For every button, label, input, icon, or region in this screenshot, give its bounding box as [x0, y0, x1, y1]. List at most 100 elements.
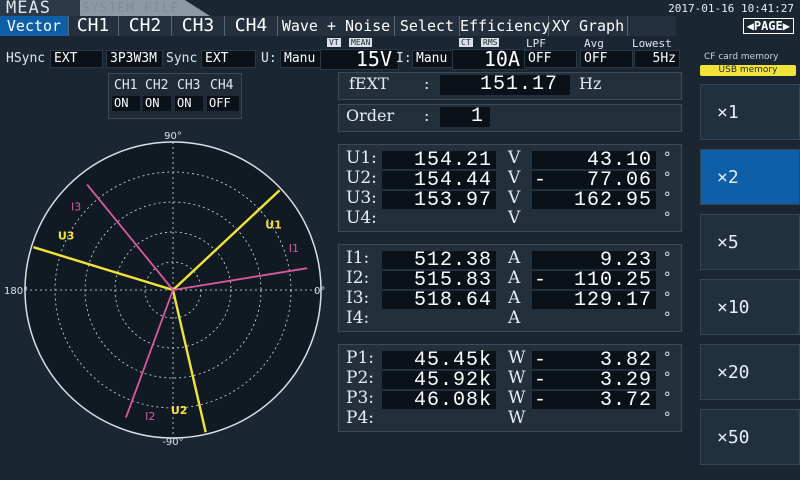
u-range[interactable]: 15V	[320, 49, 399, 70]
current-row-degree: °	[663, 310, 672, 326]
mode-file[interactable]: FILE	[144, 2, 179, 16]
power-row-unit: W	[508, 388, 526, 408]
ch4-state[interactable]: OFF	[207, 96, 239, 111]
tab-ch1[interactable]: CH1	[68, 16, 119, 36]
power-row-degree: °	[663, 390, 672, 406]
lpf-value[interactable]: OFF	[524, 50, 577, 68]
zoom-x10-button[interactable]: ×10	[700, 279, 800, 335]
ct-tag: CT	[459, 38, 473, 47]
i-mode[interactable]: Manu	[412, 50, 453, 68]
voltage-row-unit: V	[508, 168, 521, 188]
voltage-row-label: U4:	[346, 208, 377, 228]
tab-ch2[interactable]: CH2	[119, 16, 172, 36]
zoom-x50-button[interactable]: ×50	[700, 409, 800, 465]
sync-value[interactable]: EXT	[201, 50, 256, 68]
storage-cf-label: CF card memory	[704, 52, 779, 62]
power-row-label: P2:	[346, 368, 374, 388]
vector-label-u3: U3	[58, 229, 75, 242]
order-value[interactable]: 1	[440, 105, 484, 128]
rms-tag: RMS	[481, 38, 500, 47]
tab-ch4[interactable]: CH4	[225, 16, 278, 36]
tab-vector[interactable]: Vector	[0, 16, 69, 36]
voltage-row-unit: V	[508, 188, 521, 208]
power-row-degree: °	[663, 370, 672, 386]
current-row-label: I3:	[346, 288, 370, 308]
lpf-label: LPF	[526, 37, 546, 50]
vt-tag: VT	[327, 38, 341, 47]
storage-usb-label: USB memory	[700, 65, 796, 76]
voltage-row-sign: -	[534, 169, 548, 192]
storage-indicator: CF card memory USB memory	[700, 52, 798, 78]
tab-efficiency[interactable]: Efficiency	[460, 16, 550, 36]
datetime: 2017-01-16 10:41:27	[668, 2, 794, 15]
page-button[interactable]: ◀PAGE▶	[742, 18, 794, 34]
ch1-label: CH1	[114, 78, 138, 93]
voltage-row-label: U2:	[346, 168, 377, 188]
mean-tag: MEAN	[349, 38, 373, 47]
ch3-state[interactable]: ON	[175, 96, 203, 111]
current-row-unit: A	[508, 248, 521, 268]
vector-label-u1: U1	[265, 218, 282, 231]
power-row-value: 46.08k	[413, 389, 492, 412]
u-mode[interactable]: Manu	[280, 50, 321, 68]
frequency-value: 151.17	[479, 73, 558, 96]
sync-label: Sync	[166, 51, 198, 66]
frequency-unit: Hz	[579, 74, 602, 93]
voltage-row-value: 153.97	[413, 189, 492, 212]
frequency-colon: :	[424, 74, 430, 93]
voltage-row-degree: °	[663, 150, 672, 166]
i-range[interactable]: 10A	[452, 49, 527, 70]
voltage-row-degree: °	[663, 190, 672, 206]
axis-label-0: 0°	[314, 286, 325, 297]
power-row-unit: W	[508, 368, 526, 388]
current-row-unit: A	[508, 308, 521, 328]
power-row-unit: W	[508, 348, 526, 368]
page-label: PAGE	[753, 19, 783, 33]
tab-wave-noise[interactable]: Wave + Noise	[278, 16, 395, 36]
ch1-state[interactable]: ON	[112, 96, 140, 111]
vector-label-i3: I3	[71, 200, 81, 213]
axis-label-neg90: -90°	[162, 437, 183, 448]
current-row-unit: A	[508, 288, 521, 308]
current-row-sign: -	[534, 269, 548, 292]
zoom-x1-button[interactable]: ×1	[700, 84, 800, 140]
current-row-degree: °	[663, 290, 672, 306]
wiring-value[interactable]: 3P3W3M	[106, 50, 163, 68]
mode-system[interactable]: SYSTEM	[82, 2, 135, 16]
ch2-label: CH2	[145, 78, 169, 93]
hsync-label: HSync	[6, 51, 46, 66]
vector-label-i1: I1	[289, 242, 299, 255]
power-row-label: P4:	[346, 408, 374, 428]
zoom-x20-button[interactable]: ×20	[700, 344, 800, 400]
power-row-angle: 3.72	[599, 389, 652, 412]
avg-label: Avg	[584, 37, 604, 50]
hsync-value[interactable]: EXT	[50, 50, 103, 68]
power-row-degree: °	[663, 350, 672, 366]
vector-label-u2: U2	[171, 404, 188, 417]
current-row-label: I4:	[346, 308, 370, 328]
order-colon: :	[424, 106, 430, 125]
vector-label-i2: I2	[145, 410, 155, 423]
zoom-x5-button[interactable]: ×5	[700, 214, 800, 270]
mode-meas[interactable]: MEAS	[6, 0, 51, 17]
voltage-row-angle: 162.95	[573, 189, 652, 212]
current-row-label: I2:	[346, 268, 370, 288]
ch3-label: CH3	[177, 78, 201, 93]
order-label: Order	[346, 106, 395, 125]
lowest-value[interactable]: 5Hz	[634, 50, 680, 68]
power-row-degree: °	[663, 410, 672, 426]
axis-label-180: 180°	[4, 286, 28, 297]
voltage-row-label: U3:	[346, 188, 377, 208]
tab-xy-graph[interactable]: XY Graph	[549, 16, 628, 36]
avg-value[interactable]: OFF	[580, 50, 633, 68]
tab-ch3[interactable]: CH3	[172, 16, 225, 36]
voltage-row-degree: °	[663, 170, 672, 186]
current-row-label: I1:	[346, 248, 370, 268]
current-row-degree: °	[663, 250, 672, 266]
current-row-angle: 129.17	[573, 289, 652, 312]
zoom-x2-button[interactable]: ×2	[700, 149, 800, 205]
tab-select[interactable]: Select	[395, 16, 460, 36]
current-row-degree: °	[663, 270, 672, 286]
power-row-sign: -	[534, 389, 548, 412]
ch2-state[interactable]: ON	[143, 96, 171, 111]
